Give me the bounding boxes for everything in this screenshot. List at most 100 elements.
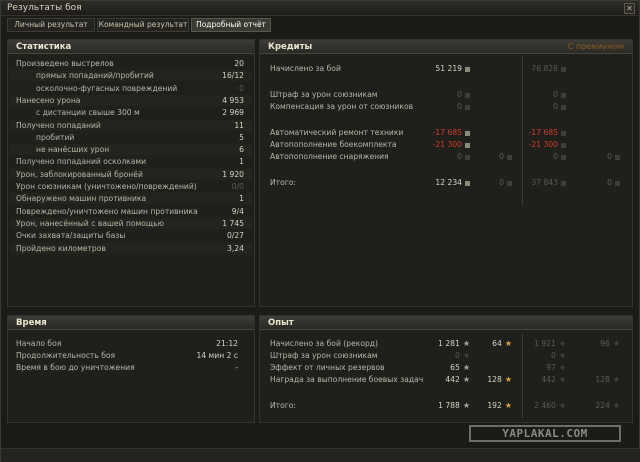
credits-value: 0 <box>553 101 566 112</box>
stats-label: Урон, нанесённый с вашей помощью <box>16 218 164 228</box>
experience-row: Награда за выполнение боевых задач 442 ★ 12… <box>260 374 632 385</box>
credits-value: -21 300 <box>529 139 566 150</box>
time-row: Продолжительность боя 14 мин 2 с <box>10 350 252 361</box>
credits-label: Автопополнение боекомплекта <box>270 140 397 149</box>
credits-amount: 12 234 <box>435 178 462 187</box>
credits-label: Компенсация за урон от союзников <box>270 102 414 111</box>
tab-detailed-report[interactable]: Подробный отчёт <box>191 18 271 32</box>
experience-amount: 96 <box>600 339 610 348</box>
credits-value: 0 <box>457 151 470 162</box>
credits-label: Начислено за бой <box>270 64 341 73</box>
experience-amount: 192 <box>487 401 502 410</box>
credits-value: -17 685 <box>433 127 470 138</box>
experience-value: 442 ★ <box>445 374 470 385</box>
time-value: 21:12 <box>216 339 238 348</box>
stats-label: Обнаружено машин противника <box>16 194 147 204</box>
credits-amount: -17 685 <box>528 128 558 137</box>
experience-row: Начислено за бой (рекорд) 1 281 ★ 64 ★ 1 921 ★… <box>260 338 632 349</box>
credits-label: Итого: <box>270 178 296 187</box>
credits-amount: 0 <box>457 90 462 99</box>
credits-title: Кредиты <box>268 42 313 52</box>
experience-value: 442 ★ <box>541 374 566 385</box>
stats-value: 1 <box>239 157 244 167</box>
xp-star-icon: ★ <box>462 375 470 384</box>
experience-amount: 1 921 <box>534 339 556 348</box>
battle-results-window: Результаты боя ✕ Личный результат Команд… <box>0 0 640 462</box>
credits-row: Автопополнение боекомплекта -21 300 -21 30… <box>260 139 632 150</box>
tab-personal-result[interactable]: Личный результат <box>7 18 95 32</box>
credits-icon <box>561 104 566 110</box>
free-xp-star-icon: ★ <box>612 401 620 410</box>
credits-label: Штраф за урон союзникам <box>270 90 378 99</box>
credits-value: 37 843 <box>531 177 566 188</box>
experience-row: Эффект от личных резервов 65 ★ 97 ★ <box>260 362 632 373</box>
credits-value: 0 <box>457 89 470 100</box>
statistics-title: Статистика <box>16 42 72 52</box>
gold-icon <box>507 154 512 160</box>
credits-icon <box>561 180 566 186</box>
credits-value: 0 <box>499 177 512 188</box>
credits-row: Компенсация за урон от союзников 0 0 <box>260 101 632 112</box>
time-panel: Время Начало боя 21:12 Продолжительность б… <box>7 315 255 423</box>
tab-team-result[interactable]: Командный результат <box>97 18 189 32</box>
experience-label: Эффект от личных резервов <box>270 363 385 372</box>
experience-value: 97 ★ <box>546 362 566 373</box>
experience-panel: Опыт Начислено за бой (рекорд) 1 281 ★ 64 ★ 1… <box>259 315 633 423</box>
experience-label: Начислено за бой (рекорд) <box>270 339 379 348</box>
experience-amount: 128 <box>487 375 502 384</box>
credits-value: 76 828 <box>531 63 566 74</box>
credits-value: -21 300 <box>433 139 470 150</box>
experience-value: 192 ★ <box>487 400 512 411</box>
credits-icon <box>465 104 470 110</box>
stats-row: прямых попаданий/пробитий 16/12 <box>10 70 252 82</box>
stats-label: осколочно-фугасных повреждений <box>36 83 178 93</box>
close-icon[interactable]: ✕ <box>624 3 635 14</box>
credits-icon <box>465 154 470 160</box>
experience-amount: 65 <box>450 363 460 372</box>
stats-value: 9/4 <box>231 206 244 216</box>
gold-icon <box>615 154 620 160</box>
experience-value: 1 921 ★ <box>534 338 566 349</box>
stats-value: 1 <box>239 194 244 204</box>
stats-label: Получено попаданий осколками <box>16 157 147 167</box>
stats-row: Урон союзникам (уничтожено/повреждений) 0… <box>10 181 252 192</box>
experience-amount: 64 <box>492 339 502 348</box>
free-xp-star-icon: ★ <box>612 375 620 384</box>
stats-row: с дистанции свыше 300 м 2 969 <box>10 107 252 118</box>
stats-value: 6 <box>239 145 244 155</box>
credits-icon <box>561 92 566 98</box>
credits-amount: 37 843 <box>531 178 558 187</box>
stats-row: Обнаружено машин противника 1 <box>10 193 252 205</box>
credits-icon <box>465 92 470 98</box>
experience-amount: 0 <box>454 351 460 360</box>
window-title: Результаты боя <box>7 3 82 13</box>
credits-amount: 51 219 <box>435 64 462 73</box>
stats-value: 5 <box>239 132 244 142</box>
credits-icon <box>561 154 566 160</box>
credits-amount: -17 685 <box>432 128 462 137</box>
credits-value: 12 234 <box>435 177 470 188</box>
experience-title: Опыт <box>268 318 294 328</box>
credits-icon <box>465 180 470 186</box>
credits-value: 0 <box>457 101 470 112</box>
experience-value: 65 ★ <box>450 362 470 373</box>
premium-label: С премиумом <box>567 42 624 51</box>
credits-icon <box>465 130 470 136</box>
free-xp-star-icon: ★ <box>504 339 512 348</box>
stats-value: 3,24 <box>227 243 244 253</box>
xp-star-icon: ★ <box>462 401 470 410</box>
credits-amount: 0 <box>607 152 612 161</box>
credits-amount: 0 <box>553 102 558 111</box>
stats-value: 0/27 <box>226 231 244 241</box>
time-value: 14 мин 2 с <box>196 351 238 360</box>
stats-value: 20 <box>234 59 244 68</box>
time-row: Время в бою до уничтожения - <box>10 362 252 373</box>
credits-panel: Кредиты С премиумом Начислено за бой 51 2… <box>259 39 633 307</box>
experience-amount: 442 <box>445 375 460 384</box>
experience-amount: 442 <box>541 375 556 384</box>
xp-star-icon: ★ <box>462 339 470 348</box>
statistics-header: Статистика <box>8 40 254 54</box>
free-xp-star-icon: ★ <box>612 339 620 348</box>
stats-value: 1 745 <box>222 218 244 228</box>
time-value: - <box>235 363 238 372</box>
